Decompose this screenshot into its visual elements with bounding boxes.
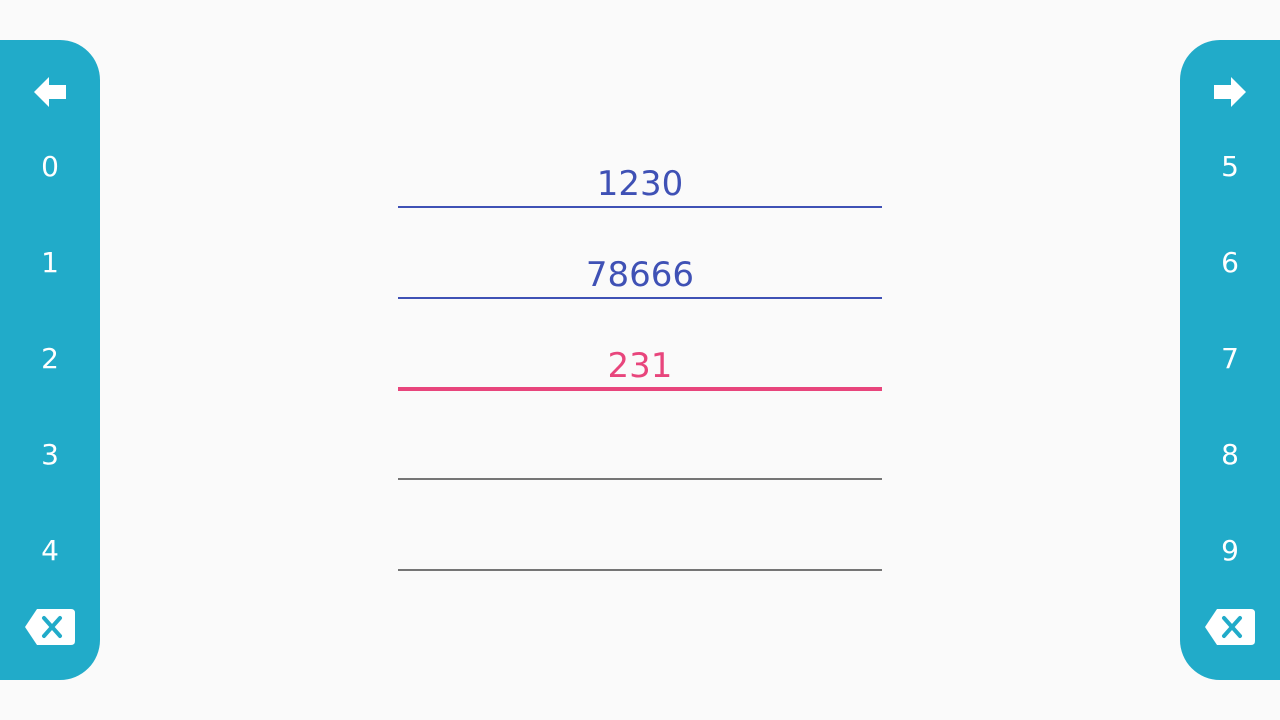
key-1-button[interactable]: 1 — [0, 230, 100, 294]
arrow-left-icon — [34, 77, 66, 107]
backspace-icon — [25, 609, 75, 645]
back-arrow-button[interactable] — [0, 60, 100, 124]
backspace-button-left[interactable] — [0, 595, 100, 659]
number-field-1[interactable]: 1230 — [398, 148, 882, 208]
number-field-3-active[interactable]: 231 — [398, 331, 882, 391]
backspace-button-right[interactable] — [1180, 595, 1280, 659]
key-2-button[interactable]: 2 — [0, 326, 100, 390]
number-field-4[interactable] — [398, 420, 882, 480]
left-keypad: 0 1 2 3 4 — [0, 40, 100, 680]
key-0-button[interactable]: 0 — [0, 134, 100, 198]
right-keypad: 5 6 7 8 9 — [1180, 40, 1280, 680]
forward-arrow-button[interactable] — [1180, 60, 1280, 124]
arrow-right-icon — [1214, 77, 1246, 107]
number-field-2[interactable]: 78666 — [398, 239, 882, 299]
key-7-button[interactable]: 7 — [1180, 326, 1280, 390]
backspace-icon — [1205, 609, 1255, 645]
key-8-button[interactable]: 8 — [1180, 422, 1280, 486]
key-9-button[interactable]: 9 — [1180, 518, 1280, 582]
key-5-button[interactable]: 5 — [1180, 134, 1280, 198]
key-4-button[interactable]: 4 — [0, 518, 100, 582]
key-6-button[interactable]: 6 — [1180, 230, 1280, 294]
key-3-button[interactable]: 3 — [0, 422, 100, 486]
number-field-5[interactable] — [398, 511, 882, 571]
